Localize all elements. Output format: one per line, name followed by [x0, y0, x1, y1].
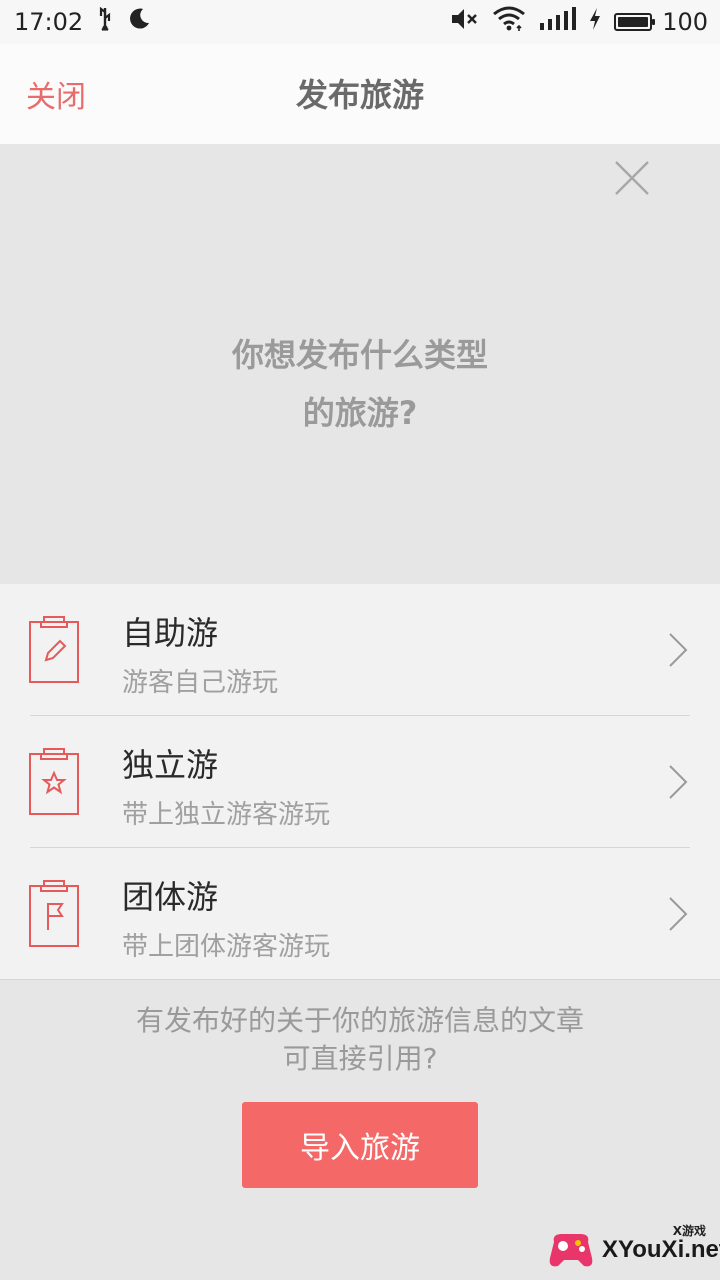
status-time: 17:02: [14, 8, 84, 36]
mute-icon: [450, 7, 480, 37]
status-left: 17:02: [14, 6, 151, 38]
publish-travel-screen: 17:02 100 关闭 发布旅游 你想发布什么类型 的旅游? 自助游 游客自己…: [0, 0, 720, 1280]
moon-icon: [127, 7, 151, 37]
battery-fill: [618, 17, 649, 27]
close-icon[interactable]: [612, 158, 652, 198]
question-line-2: 的旅游?: [302, 394, 418, 432]
nav-bar: 关闭 发布旅游: [0, 44, 720, 144]
usb-icon: [95, 6, 115, 38]
signal-icon: [538, 7, 577, 37]
option-title: 自助游: [122, 614, 219, 652]
import-hint-line-1: 有发布好的关于你的旅游信息的文章: [135, 1004, 584, 1037]
status-bar: 17:02 100: [0, 0, 720, 44]
divider: [0, 979, 720, 980]
battery-indicator: 100: [614, 8, 708, 36]
clipboard-pencil-icon: [28, 614, 82, 684]
watermark-text: XYouXi.net: [602, 1236, 720, 1263]
option-self-guided[interactable]: 自助游 游客自己游玩: [0, 584, 720, 716]
question-panel: 你想发布什么类型 的旅游?: [0, 144, 720, 584]
option-title: 团体游: [122, 878, 219, 916]
chevron-right-icon: [666, 632, 690, 668]
watermark: X游戏 XYouXi.net: [546, 1222, 720, 1276]
option-group[interactable]: 团体游 带上团体游客游玩: [0, 848, 720, 980]
option-subtitle: 游客自己游玩: [122, 668, 279, 698]
wifi-icon: [492, 6, 526, 38]
chevron-right-icon: [666, 896, 690, 932]
import-hint-line-2: 可直接引用?: [282, 1042, 438, 1075]
option-subtitle: 带上独立游客游玩: [122, 800, 331, 830]
question-text: 你想发布什么类型 的旅游?: [0, 326, 720, 442]
import-hint: 有发布好的关于你的旅游信息的文章 可直接引用?: [0, 1002, 720, 1078]
clipboard-star-icon: [28, 746, 82, 816]
charging-icon: [588, 7, 602, 37]
travel-type-list: 自助游 游客自己游玩 独立游 带上独立游客游玩 团体游 带上团体游客游玩: [0, 584, 720, 980]
chevron-right-icon: [666, 764, 690, 800]
page-title: 发布旅游: [295, 76, 424, 114]
status-right: 100: [450, 6, 708, 38]
import-travel-button[interactable]: 导入旅游: [242, 1102, 478, 1188]
option-independent[interactable]: 独立游 带上独立游客游玩: [0, 716, 720, 848]
battery-level: 100: [662, 8, 708, 36]
option-subtitle: 带上团体游客游玩: [122, 932, 331, 962]
option-title: 独立游: [122, 746, 219, 784]
gamepad-logo-icon: [548, 1228, 594, 1272]
battery-icon: [614, 13, 656, 31]
question-line-1: 你想发布什么类型: [231, 336, 488, 374]
clipboard-flag-icon: [28, 878, 82, 948]
